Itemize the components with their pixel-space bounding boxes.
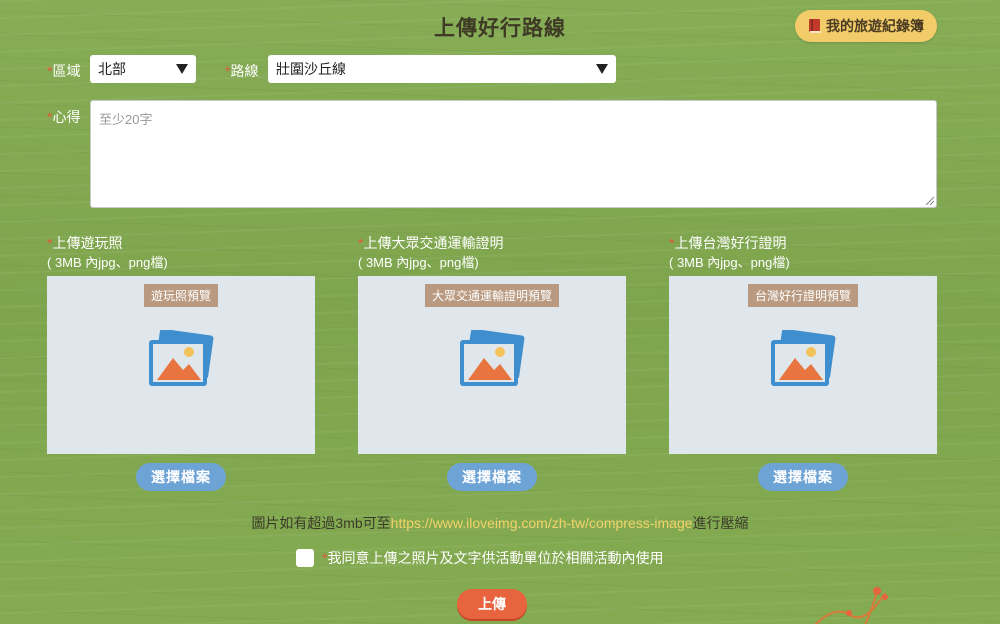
comment-placeholder: 至少20字 [99,112,153,127]
image-placeholder-icon [771,330,836,386]
upload-title: *上傳台灣好行證明 [669,234,937,252]
caret-down-icon [176,64,188,74]
comment-textarea[interactable]: 至少20字 [90,100,937,208]
upload-hint: ( 3MB 內jpg、png檔) [358,255,479,270]
preview-tag: 遊玩照預覽 [143,284,219,307]
route-select[interactable]: 壯圍沙丘線 [268,55,616,83]
route-label: *路線 [225,61,258,81]
image-preview: 大眾交通運輸證明預覽 [358,276,626,454]
my-travel-journal-label: 我的旅遊紀錄簿 [826,18,924,34]
choose-file-button-play-photo[interactable]: 選擇檔案 [136,463,226,491]
upload-title-text: 上傳遊玩照 [52,235,123,251]
image-preview: 遊玩照預覽 [47,276,315,454]
region-label-text: 區域 [52,63,81,79]
submit-button[interactable]: 上傳 [457,589,527,619]
my-travel-journal-button[interactable]: 我的旅遊紀錄簿 [795,10,937,42]
agree-checkbox[interactable] [296,549,314,567]
agree-row[interactable]: *我同意上傳之照片及文字供活動單位於相關活動內使用 [296,548,663,568]
upload-title-text: 上傳大眾交通運輸證明 [363,235,504,251]
caret-down-icon [596,64,608,74]
upload-hint: ( 3MB 內jpg、png檔) [669,255,790,270]
upload-taiwan-tourist-shuttle-proof: *上傳台灣好行證明 ( 3MB 內jpg、png檔) 台灣好行證明預覽 [669,234,937,454]
route-label-text: 路線 [230,63,259,79]
choose-file-button-transit-proof[interactable]: 選擇檔案 [447,463,537,491]
note-suffix: 進行壓縮 [692,515,749,531]
book-icon [808,18,822,34]
resize-handle[interactable] [926,197,934,205]
note-prefix: 圖片如有超過3mb可至 [251,515,391,531]
agree-label: 我同意上傳之照片及文字供活動單位於相關活動內使用 [327,550,664,566]
compress-link[interactable]: https://www.iloveimg.com/zh-tw/compress-… [391,515,693,531]
image-placeholder-icon [149,330,214,386]
comment-label-text: 心得 [52,109,81,125]
route-select-value: 壯圍沙丘線 [276,61,346,77]
choose-file-button-shuttle-proof[interactable]: 選擇檔案 [758,463,848,491]
upload-hint: ( 3MB 內jpg、png檔) [47,255,168,270]
upload-title: *上傳遊玩照 [47,234,315,252]
image-preview: 台灣好行證明預覽 [669,276,937,454]
region-select-value: 北部 [98,61,126,77]
comment-label: *心得 [47,107,80,127]
compress-note: 圖片如有超過3mb可至https://www.iloveimg.com/zh-t… [0,513,1000,533]
upload-title-text: 上傳台灣好行證明 [674,235,787,251]
preview-tag: 台灣好行證明預覽 [747,284,859,307]
region-select[interactable]: 北部 [90,55,196,83]
upload-play-photo: *上傳遊玩照 ( 3MB 內jpg、png檔) 遊玩照預覽 [47,234,315,454]
preview-tag: 大眾交通運輸證明預覽 [424,284,560,307]
image-placeholder-icon [460,330,525,386]
upload-transit-proof: *上傳大眾交通運輸證明 ( 3MB 內jpg、png檔) 大眾交通運輸證明預覽 [358,234,626,454]
flower-decoration-icon [814,587,888,624]
agree-text: *我同意上傳之照片及文字供活動單位於相關活動內使用 [322,548,663,568]
region-label: *區域 [47,61,80,81]
upload-title: *上傳大眾交通運輸證明 [358,234,626,252]
